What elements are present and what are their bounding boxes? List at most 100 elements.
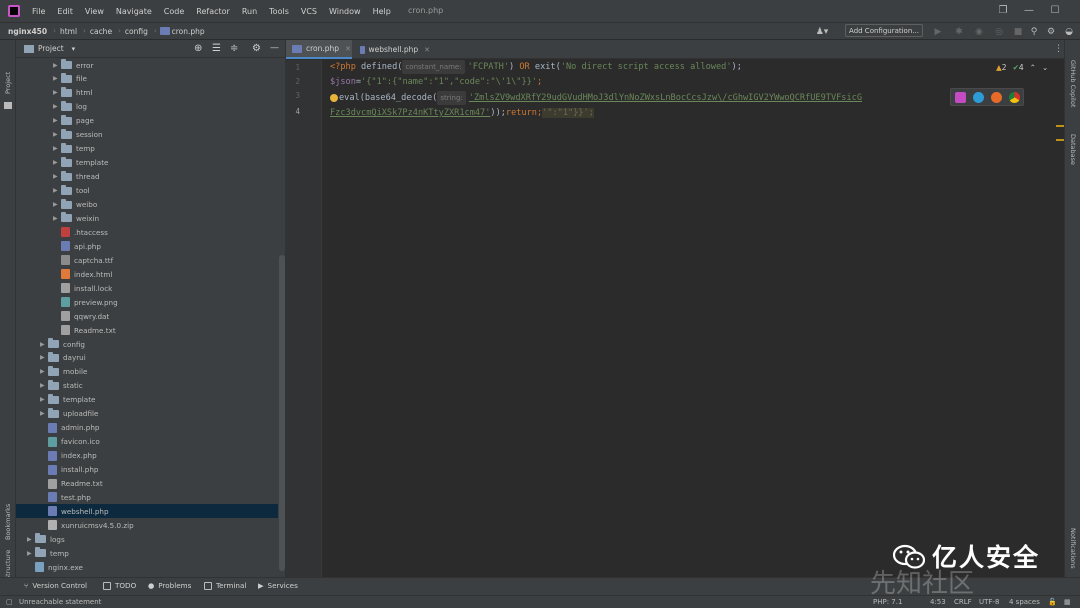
menu-run[interactable]: Run xyxy=(242,7,257,16)
gear-icon[interactable]: ⚙ xyxy=(252,43,261,54)
chevron-right-icon[interactable]: ▶ xyxy=(27,550,35,557)
breadcrumb-cache[interactable]: cache xyxy=(90,27,112,36)
tree-file[interactable]: test.php xyxy=(16,490,278,504)
chevron-down-icon[interactable]: ⌄ xyxy=(1042,63,1048,72)
tree-file[interactable]: install.php xyxy=(16,463,278,477)
tree-file[interactable]: favicon.ico xyxy=(16,435,278,449)
tree-file[interactable]: api.php xyxy=(16,239,278,253)
tree-file[interactable]: preview.png xyxy=(16,295,278,309)
warning-marker[interactable] xyxy=(1056,125,1064,127)
tool-window-database[interactable]: Database xyxy=(1069,134,1077,165)
add-configuration-button[interactable]: Add Configuration... xyxy=(845,24,923,37)
stop-icon[interactable]: ■ xyxy=(1012,25,1024,39)
chevron-right-icon[interactable]: ▶ xyxy=(40,354,48,361)
tree-folder[interactable]: ▶ dayrui xyxy=(16,351,278,365)
tree-folder[interactable]: ▶ thread xyxy=(16,170,278,184)
tab-webshell-php[interactable]: webshell.php ✕ xyxy=(354,40,430,59)
tree-folder[interactable]: ▶ page xyxy=(16,114,278,128)
tree-file[interactable]: xunruicmsv4.5.0.zip xyxy=(16,518,278,532)
terminal-tool[interactable]: Terminal xyxy=(204,581,246,590)
tree-folder[interactable]: ▶ temp xyxy=(16,142,278,156)
indent-setting[interactable]: 4 spaces xyxy=(1009,598,1040,606)
tool-window-project[interactable]: Project xyxy=(4,72,12,94)
tree-file[interactable]: index.php xyxy=(16,449,278,463)
chevron-right-icon[interactable]: ▶ xyxy=(53,201,61,208)
tool-window-structure[interactable]: Structure xyxy=(4,550,12,580)
warning-count[interactable]: ▲2 xyxy=(996,63,1007,72)
hide-icon[interactable]: — xyxy=(270,43,279,53)
phpstorm-browser-icon[interactable] xyxy=(954,91,966,103)
tree-folder[interactable]: ▶ weibo xyxy=(16,198,278,212)
maximize-icon[interactable]: ☐ xyxy=(1048,4,1062,18)
tree-folder[interactable]: ▶ temp xyxy=(16,546,278,560)
chevron-right-icon[interactable]: ▶ xyxy=(40,368,48,375)
tree-file[interactable]: Readme.txt xyxy=(16,477,278,491)
project-scrollbar[interactable] xyxy=(279,255,285,571)
edge-icon[interactable] xyxy=(972,91,984,103)
close-icon[interactable]: ✕ xyxy=(424,46,430,54)
chevron-right-icon[interactable]: ▶ xyxy=(53,215,61,222)
copilot-icon[interactable]: ◒ xyxy=(1062,25,1076,39)
restore-icon[interactable]: ❐ xyxy=(996,4,1010,18)
tree-folder[interactable]: ▶ uploadfile xyxy=(16,407,278,421)
code-editor[interactable]: <?php defined(constant_name: 'FCPATH') OR… xyxy=(322,60,1064,577)
tree-file[interactable]: nginx.exe xyxy=(16,560,278,574)
tree-folder[interactable]: ▶ tool xyxy=(16,184,278,198)
tree-folder[interactable]: ▶ html xyxy=(16,86,278,100)
close-icon[interactable]: ✕ xyxy=(345,45,351,53)
chrome-icon[interactable] xyxy=(1008,91,1020,103)
version-control-tool[interactable]: ⑂ Version Control xyxy=(24,581,87,590)
tree-folder[interactable]: ▶ mobile xyxy=(16,365,278,379)
tree-folder[interactable]: ▶ static xyxy=(16,379,278,393)
coverage-icon[interactable]: ◉ xyxy=(973,25,985,39)
tree-folder[interactable]: ▶ file xyxy=(16,72,278,86)
chevron-right-icon[interactable]: ▶ xyxy=(53,117,61,124)
menu-vcs[interactable]: VCS xyxy=(301,7,317,16)
tree-file[interactable]: qqwry.dat xyxy=(16,309,278,323)
expand-all-icon[interactable]: ☰ xyxy=(212,43,221,54)
menu-refactor[interactable]: Refactor xyxy=(196,7,230,16)
locate-icon[interactable]: ⊕ xyxy=(194,43,202,54)
tree-file[interactable]: webshell.php xyxy=(16,504,278,519)
tree-folder[interactable]: ▶ template xyxy=(16,156,278,170)
more-icon[interactable]: ⋮ xyxy=(1054,44,1063,54)
chevron-right-icon[interactable]: ▶ xyxy=(53,173,61,180)
breadcrumb-file[interactable]: cron.php xyxy=(172,27,205,36)
tree-file[interactable]: install.lock xyxy=(16,281,278,295)
chevron-right-icon[interactable]: ▶ xyxy=(53,159,61,166)
chevron-right-icon[interactable]: ▶ xyxy=(53,89,61,96)
chevron-right-icon[interactable]: ▶ xyxy=(53,75,61,82)
tool-window-copilot[interactable]: GitHub Copilot xyxy=(1069,60,1077,107)
lock-icon[interactable]: 🔓 xyxy=(1048,598,1057,606)
file-encoding[interactable]: UTF-8 xyxy=(979,598,999,606)
tree-file[interactable]: captcha.ttf xyxy=(16,253,278,267)
menu-help[interactable]: Help xyxy=(373,7,391,16)
tree-file[interactable]: index.html xyxy=(16,267,278,281)
menu-code[interactable]: Code xyxy=(164,7,184,16)
tree-folder[interactable]: ▶ session xyxy=(16,128,278,142)
problems-tool[interactable]: ● Problems xyxy=(148,581,191,590)
chevron-up-icon[interactable]: ⌃ xyxy=(1030,63,1036,72)
chevron-right-icon[interactable]: ▶ xyxy=(27,536,35,543)
tool-window-notifications[interactable]: Notifications xyxy=(1069,528,1077,569)
chevron-right-icon[interactable]: ▶ xyxy=(53,145,61,152)
debug-icon[interactable]: ✱ xyxy=(953,25,965,39)
lightbulb-icon[interactable] xyxy=(330,93,338,102)
inspection-widget[interactable]: ▲2 ✔4 ⌃ ⌄ xyxy=(996,63,1048,72)
chevron-right-icon[interactable]: ▶ xyxy=(40,396,48,403)
tree-folder[interactable]: ▶ logs xyxy=(16,532,278,546)
menu-edit[interactable]: Edit xyxy=(57,7,73,16)
chevron-right-icon[interactable]: ▶ xyxy=(40,341,48,348)
run-icon[interactable]: ▶ xyxy=(932,25,944,39)
chevron-right-icon[interactable]: ▶ xyxy=(53,131,61,138)
project-panel-title[interactable]: Project xyxy=(38,44,64,53)
user-icon[interactable]: ♟▾ xyxy=(814,25,830,39)
gear-icon[interactable]: ⚙ xyxy=(1045,25,1057,39)
tree-folder[interactable]: ▶ template xyxy=(16,393,278,407)
menu-navigate[interactable]: Navigate xyxy=(116,7,152,16)
search-icon[interactable]: ⚲ xyxy=(1028,25,1040,39)
menu-window[interactable]: Window xyxy=(329,7,361,16)
tool-window-bookmarks[interactable]: Bookmarks xyxy=(4,504,12,540)
ok-count[interactable]: ✔4 xyxy=(1013,63,1024,72)
tree-file[interactable]: admin.php xyxy=(16,421,278,435)
